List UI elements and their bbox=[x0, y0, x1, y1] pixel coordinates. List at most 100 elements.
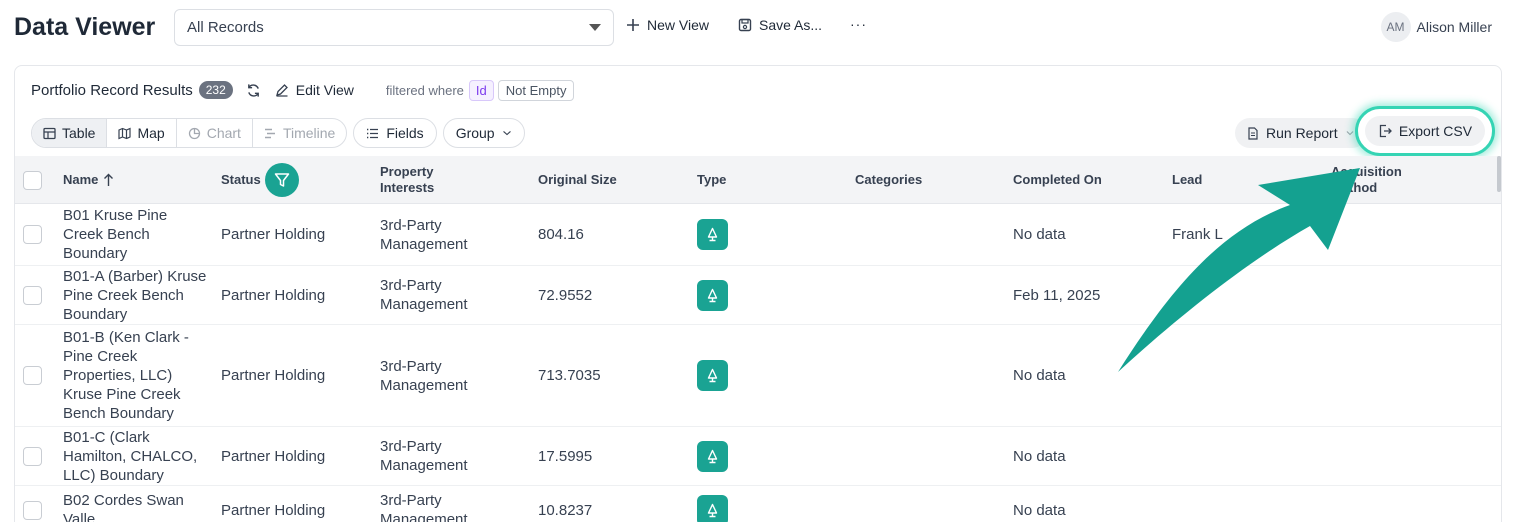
top-bar: Data Viewer All Records New View Save As… bbox=[0, 0, 1514, 56]
row-checkbox[interactable] bbox=[23, 500, 42, 520]
user-menu[interactable]: AM Alison Miller bbox=[1380, 12, 1492, 42]
tab-chart[interactable]: Chart bbox=[177, 119, 253, 147]
cell-original-size: 804.16 bbox=[538, 226, 584, 243]
tree-icon bbox=[697, 360, 728, 391]
cell-original-size: 17.5995 bbox=[538, 447, 593, 465]
cell-lead bbox=[1172, 486, 1312, 522]
column-header-type[interactable]: Type bbox=[697, 156, 726, 204]
column-header-status[interactable]: Status bbox=[221, 156, 299, 204]
cell-status: Partner Holding bbox=[221, 501, 326, 519]
cell-completed-on: No data bbox=[1013, 501, 1066, 519]
record-count-badge: 232 bbox=[198, 81, 233, 99]
cell-original-size: 72.9552 bbox=[538, 286, 593, 304]
column-header-completed-on[interactable]: Completed On bbox=[1013, 156, 1102, 204]
row-checkbox-cell bbox=[23, 486, 42, 522]
results-header: Portfolio Record Results 232 Edit View f… bbox=[31, 79, 575, 101]
group-button[interactable]: Group bbox=[442, 118, 525, 148]
cell-status: Partner Holding bbox=[221, 226, 326, 243]
filter-condition-chip[interactable]: Not Empty bbox=[497, 79, 575, 101]
tab-table[interactable]: Table bbox=[32, 119, 108, 147]
edit-view-button[interactable]: Edit View bbox=[275, 82, 354, 98]
more-options-button[interactable]: ··· bbox=[850, 16, 867, 32]
run-report-button[interactable]: Run Report bbox=[1235, 118, 1367, 148]
select-all-checkbox-cell bbox=[23, 156, 42, 204]
cell-lead bbox=[1172, 427, 1312, 485]
cell-property-interests: 3rd-Party Management bbox=[380, 277, 468, 313]
refresh-icon[interactable] bbox=[246, 83, 261, 98]
cell-property-interests: 3rd-Party Management bbox=[380, 357, 468, 394]
chevron-down-icon bbox=[502, 131, 511, 136]
view-toolbar: Table Map Chart Timeline Fields Group bbox=[31, 118, 525, 148]
map-icon bbox=[118, 127, 132, 139]
tree-icon bbox=[697, 279, 728, 311]
edit-icon bbox=[275, 84, 288, 97]
column-header-name[interactable]: Name bbox=[63, 156, 114, 204]
list-icon bbox=[367, 128, 379, 138]
column-header-categories[interactable]: Categories bbox=[855, 156, 922, 204]
annotation-arrow bbox=[1118, 168, 1360, 372]
tab-map[interactable]: Map bbox=[107, 119, 177, 147]
export-csv-button[interactable]: Export CSV bbox=[1364, 116, 1486, 146]
avatar: AM bbox=[1380, 12, 1411, 42]
save-as-button[interactable]: Save As... bbox=[738, 17, 822, 33]
filter-icon bbox=[274, 173, 289, 187]
cell-type bbox=[697, 204, 728, 265]
cell-original-size: 10.8237 bbox=[538, 501, 593, 519]
table-row[interactable]: B01-C (Clark Hamilton, CHALCO, LLC) Boun… bbox=[15, 427, 1501, 486]
cell-type bbox=[697, 486, 728, 522]
column-header-original-size[interactable]: Original Size bbox=[538, 156, 617, 204]
view-type-switcher: Table Map Chart Timeline bbox=[31, 118, 348, 148]
cell-type bbox=[697, 266, 728, 324]
cell-property-interests: 3rd-Party Management bbox=[380, 438, 468, 474]
row-checkbox-cell bbox=[23, 325, 42, 426]
column-filter-button[interactable] bbox=[264, 163, 299, 197]
cell-completed-on: No data bbox=[1013, 447, 1066, 465]
chevron-down-icon bbox=[589, 24, 601, 31]
row-checkbox[interactable] bbox=[23, 366, 42, 385]
cell-type bbox=[697, 325, 728, 426]
row-checkbox[interactable] bbox=[23, 225, 42, 244]
row-checkbox-cell bbox=[23, 266, 42, 324]
filter-field-chip[interactable]: Id bbox=[468, 79, 494, 101]
view-select[interactable]: All Records bbox=[174, 9, 614, 46]
row-checkbox[interactable] bbox=[23, 446, 42, 466]
export-csv-highlight: Export CSV bbox=[1355, 106, 1495, 156]
cell-original-size: 713.7035 bbox=[538, 367, 601, 384]
results-title: Portfolio Record Results bbox=[31, 81, 193, 99]
new-view-button[interactable]: New View bbox=[626, 17, 709, 33]
cell-property-interests: 3rd-Party Management bbox=[380, 216, 468, 253]
cell-name: B02 Cordes Swan Valle bbox=[63, 492, 184, 522]
cell-name: B01-C (Clark Hamilton, CHALCO, LLC) Boun… bbox=[63, 428, 198, 484]
tree-icon bbox=[697, 494, 728, 522]
tree-icon bbox=[697, 440, 728, 472]
cell-status: Partner Holding bbox=[221, 447, 326, 465]
tab-timeline[interactable]: Timeline bbox=[253, 119, 346, 147]
cell-name: B01-B (Ken Clark - Pine Creek Properties… bbox=[63, 329, 189, 422]
fields-button[interactable]: Fields bbox=[353, 118, 437, 148]
table-icon bbox=[43, 127, 56, 139]
table-row[interactable]: B02 Cordes Swan Valle Partner Holding 3rd-… bbox=[15, 486, 1501, 522]
row-checkbox-cell bbox=[23, 204, 42, 265]
cell-type bbox=[697, 427, 728, 485]
column-header-property-interests[interactable]: Property Interests bbox=[380, 156, 490, 204]
user-name: Alison Miller bbox=[1416, 19, 1492, 35]
select-all-checkbox[interactable] bbox=[23, 170, 42, 190]
chart-icon bbox=[188, 127, 200, 139]
document-icon bbox=[1248, 126, 1258, 140]
plus-icon bbox=[627, 19, 639, 31]
tree-icon bbox=[697, 219, 728, 250]
page-title: Data Viewer bbox=[14, 13, 156, 41]
sort-ascending-icon bbox=[104, 173, 114, 186]
cell-property-interests: 3rd-Party Management bbox=[380, 492, 468, 522]
timeline-icon bbox=[264, 128, 275, 138]
row-checkbox[interactable] bbox=[23, 285, 42, 305]
cell-status: Partner Holding bbox=[221, 367, 326, 384]
cell-name: B01 Kruse Pine Creek Bench Boundary bbox=[63, 207, 168, 262]
cell-name: B01-A (Barber) Kruse Pine Creek Bench Bo… bbox=[63, 267, 207, 323]
chevron-down-icon bbox=[1346, 131, 1354, 136]
horizontal-scroll-handle[interactable] bbox=[1497, 156, 1501, 192]
cell-status: Partner Holding bbox=[221, 286, 326, 304]
row-checkbox-cell bbox=[23, 427, 42, 485]
view-select-value: All Records bbox=[187, 19, 264, 36]
save-icon bbox=[738, 18, 752, 32]
